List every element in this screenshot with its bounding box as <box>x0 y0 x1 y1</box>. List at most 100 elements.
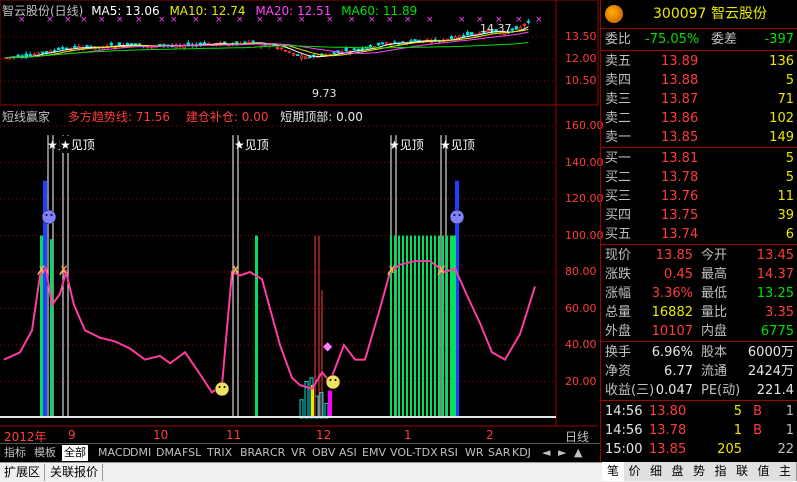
tab-asi[interactable]: ASI <box>337 445 359 461</box>
ask-volume: 71 <box>777 92 794 107</box>
tab-vr[interactable]: VR <box>289 445 308 461</box>
stat-row: 总量 16882 量比 3.35 <box>601 303 797 322</box>
kline-chart[interactable]: × × × × × × × × × × × × × × × × × × × × × × × × × × ✗ ✗ ✗ ✗ ✗◆ <box>0 0 600 443</box>
green-bar <box>422 235 424 418</box>
ask-price: 13.87 <box>661 92 699 107</box>
green-bar <box>438 235 440 418</box>
tab-emv[interactable]: EMV <box>360 445 388 461</box>
tab-rsi[interactable]: RSI <box>438 445 460 461</box>
fundamental-value: 6000万 <box>747 345 794 360</box>
side-tab[interactable]: 笔 <box>602 462 625 481</box>
indicator-name: 短线赢家 <box>2 110 51 124</box>
tab-brar[interactable]: BRAR <box>238 445 272 461</box>
tab-extension-area[interactable]: 扩展区 <box>0 464 46 481</box>
tab-dmi[interactable]: DMI <box>128 445 153 461</box>
top-label-2: ★见顶 <box>234 138 269 152</box>
fundamental-value: 2424万 <box>747 364 794 379</box>
magenta-bar <box>328 390 332 418</box>
tick-volume: 205 <box>717 442 742 457</box>
fundamental-label: 股本 <box>701 345 728 360</box>
stat-label: 内盘 <box>701 324 728 339</box>
stock-name: 智云股份 <box>711 6 767 22</box>
fundamental-row: 换手 6.96% 股本 6000万 <box>601 343 797 362</box>
side-tab[interactable]: 势 <box>688 462 711 481</box>
tab-fsl[interactable]: FSL <box>180 445 203 461</box>
bid-row: 买五 13.74 6 <box>601 225 797 244</box>
sad-face-icon <box>41 209 57 225</box>
side-tab[interactable]: 值 <box>752 462 776 481</box>
tick-volume: 1 <box>733 423 742 438</box>
cross-icon: ✗ <box>58 264 69 279</box>
high-annotation: 14.37 <box>480 22 512 35</box>
wei-bi-value: -75.05% <box>645 32 700 47</box>
tab-模板[interactable]: 模板 <box>32 445 58 461</box>
bid-row: 买一 13.81 5 <box>601 149 797 168</box>
cyan-bar <box>299 399 304 419</box>
side-tab[interactable]: 细 <box>645 462 668 481</box>
ask-volume: 102 <box>769 111 794 126</box>
stat-label: 今开 <box>701 248 728 263</box>
svg-text:×: × <box>458 15 466 25</box>
tab-trix[interactable]: TRIX <box>205 445 234 461</box>
ask-label: 卖五 <box>605 54 632 69</box>
time-axis-label-9: 9 <box>68 428 76 442</box>
stock-code: 300097 <box>653 6 707 22</box>
cross-icon: ✗ <box>436 264 447 279</box>
bid-price: 13.74 <box>661 227 699 242</box>
trend-line-label: 多方趋势线: 71.56 <box>67 110 171 124</box>
tab-related-quote[interactable]: 关联报价 <box>46 464 104 481</box>
tab-指标[interactable]: 指标 <box>2 445 28 461</box>
side-tab[interactable]: 联 <box>731 462 754 481</box>
side-tab[interactable]: 主 <box>774 462 797 481</box>
green-bar <box>40 235 43 418</box>
bid-row: 买三 13.76 11 <box>601 187 797 206</box>
tick-time: 14:56 <box>605 423 643 438</box>
fundamental-value: 6.77 <box>664 364 693 379</box>
bid-label: 买五 <box>605 227 632 242</box>
tab-kdj[interactable]: KDJ <box>510 445 533 461</box>
side-tab[interactable]: 指 <box>709 462 733 481</box>
ask-row: 卖五 13.89 136 <box>601 52 797 71</box>
tab-wr[interactable]: WR <box>463 445 486 461</box>
short-top-label: 短期顶部: 0.00 <box>280 110 363 124</box>
y-tick-indicator: 40.00 <box>565 338 597 351</box>
bid-row: 买四 13.75 39 <box>601 206 797 225</box>
tab-obv[interactable]: OBV <box>310 445 337 461</box>
side-tab[interactable]: 盘 <box>666 462 690 481</box>
cross-icon: ✗ <box>36 264 47 279</box>
tab-全部[interactable]: 全部 <box>62 445 88 461</box>
ask-row: 卖二 13.86 102 <box>601 109 797 128</box>
tick-time: 15:00 <box>605 442 643 457</box>
tab-vol-tdx[interactable]: VOL-TDX <box>388 445 440 461</box>
y-tick-indicator: 140.00 <box>565 155 604 169</box>
stock-header: 300097 智云股份 <box>601 3 797 25</box>
wei-cha-label: 委差 <box>711 32 738 47</box>
stat-value: 13.25 <box>756 286 794 301</box>
y-tick-main-3: 10.50 <box>565 74 597 87</box>
stat-label: 量比 <box>701 305 728 320</box>
fundamental-row: 收益(三) 0.047 PE(动) 221.4 <box>601 381 797 400</box>
scroll-up-icon[interactable]: ▲ <box>572 445 584 461</box>
ma10-label: MA10: 12.74 <box>169 4 246 18</box>
stat-value: 6775 <box>760 324 794 339</box>
scroll-right-icon[interactable]: ► <box>556 445 568 461</box>
quote-panel: 300097 智云股份 委比 -75.05% 委差 -397 卖五 13.89 13… <box>600 0 797 462</box>
tick-count: 1 <box>785 404 794 419</box>
smile-face-icon <box>214 381 230 397</box>
scroll-left-icon[interactable]: ◄ <box>540 445 552 461</box>
side-tab[interactable]: 价 <box>623 462 647 481</box>
stat-value: 14.37 <box>756 267 794 282</box>
cross-icon: ✗ <box>386 264 397 279</box>
chart-area[interactable]: × × × × × × × × × × × × × × × × × × × × × × × × × × ✗ ✗ ✗ ✗ ✗ ◆ 智云股份(日… <box>0 0 604 462</box>
bid-price: 13.75 <box>661 208 699 223</box>
stat-row: 外盘 10107 内盘 6775 <box>601 322 797 341</box>
y-tick-indicator: 160.00 <box>565 119 604 132</box>
ma60-label: MA60: 11.89 <box>341 4 418 18</box>
tab-sar[interactable]: SAR <box>486 445 512 461</box>
tab-cr[interactable]: CR <box>268 445 287 461</box>
ask-row: 卖四 13.88 5 <box>601 71 797 90</box>
stat-value: 16882 <box>651 305 693 320</box>
wei-cha-value: -397 <box>764 32 794 47</box>
time-axis-label-2: 2 <box>486 428 494 442</box>
tick-count: 22 <box>777 442 794 457</box>
